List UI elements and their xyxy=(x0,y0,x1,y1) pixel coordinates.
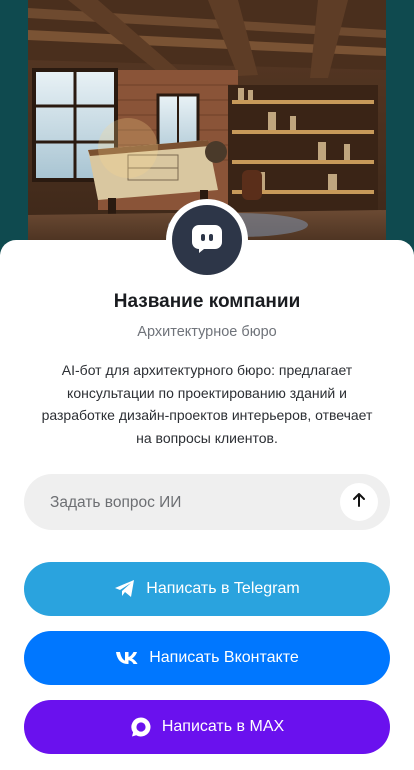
write-vk-button[interactable]: Написать Вконтакте xyxy=(24,631,390,685)
arrow-up-icon xyxy=(351,492,367,513)
vk-icon xyxy=(115,651,139,665)
company-category: Архитектурное бюро xyxy=(137,324,277,340)
max-icon xyxy=(130,716,152,738)
company-description: AI-бот для архитектурного бюро: предлага… xyxy=(41,362,373,446)
write-telegram-label: Написать в Telegram xyxy=(146,580,300,597)
telegram-icon xyxy=(114,579,136,599)
ask-ai-field[interactable] xyxy=(24,474,390,532)
send-button[interactable] xyxy=(340,483,378,521)
write-telegram-button[interactable]: Написать в Telegram xyxy=(24,562,390,616)
company-name: Название компании xyxy=(113,291,301,312)
chat-bot-icon xyxy=(190,221,224,260)
write-max-label: Написать в MAX xyxy=(161,718,285,735)
company-avatar xyxy=(166,199,248,281)
write-vk-label: Написать Вконтакте xyxy=(149,649,299,666)
ask-ai-input[interactable] xyxy=(48,474,342,532)
write-max-button[interactable]: Написать в MAX xyxy=(24,700,390,754)
